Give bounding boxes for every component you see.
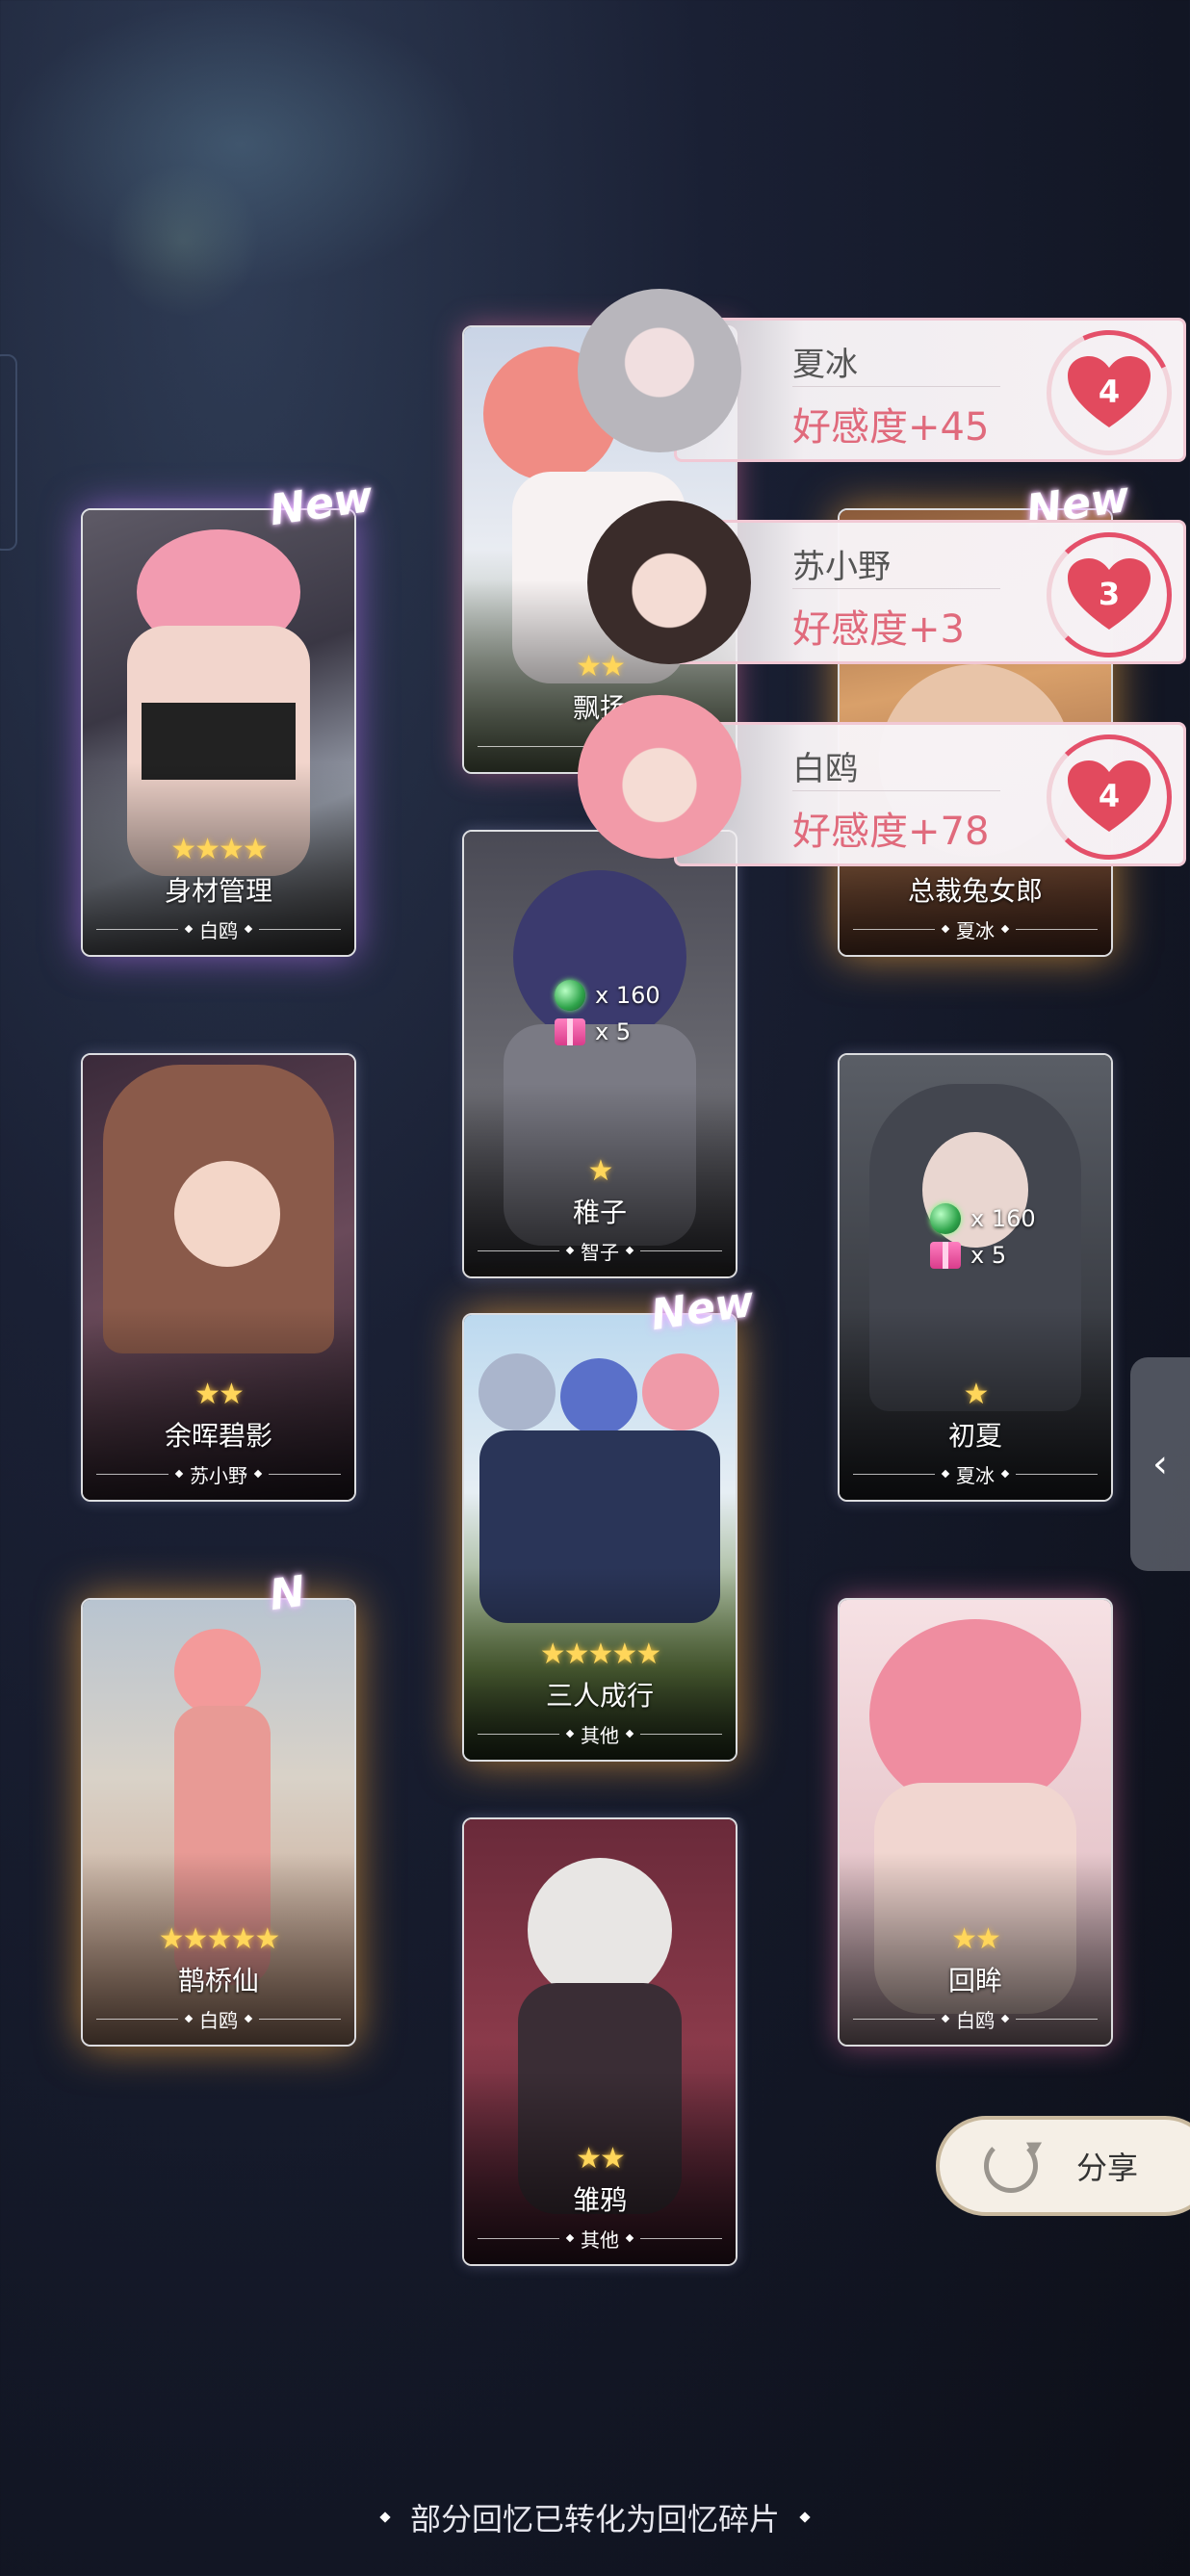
card-owner: 夏冰 — [956, 1463, 995, 1487]
affinity-level: 4 — [1098, 778, 1121, 814]
card-owner: 白鸥 — [956, 2008, 995, 2032]
memory-card-child[interactable]: ★ 稚子 智子 — [462, 830, 737, 1278]
footer-note: 部分回忆已转化为回忆碎片 — [0, 2495, 1190, 2539]
affinity-level: 4 — [1098, 374, 1121, 410]
memory-card-magpie-bridge[interactable]: ★★★★★ 鹊桥仙 白鸥 — [81, 1598, 356, 2047]
character-name: 白鸥 — [792, 750, 858, 788]
share-icon — [984, 2139, 1038, 2193]
rarity-stars: ★ — [587, 1154, 614, 1188]
portrait-xiabing — [578, 289, 741, 452]
gem-icon — [930, 1203, 961, 1234]
card-title: 雏鸦 — [572, 2184, 627, 2216]
card-owner: 夏冰 — [956, 918, 995, 942]
card-owner: 其他 — [581, 1723, 619, 1747]
character-name: 夏冰 — [792, 346, 858, 384]
new-tag: N — [266, 1566, 309, 1621]
affinity-level-ring: 4 — [1028, 312, 1190, 474]
affinity-panel-xiabing: 夏冰 好感度+45 4 — [674, 312, 1190, 474]
affinity-panel-baiou: 白鸥 好感度+78 4 — [674, 722, 1186, 866]
character-name: 苏小野 — [792, 548, 891, 586]
new-tag: New — [266, 472, 376, 536]
card-owner: 苏小野 — [190, 1463, 247, 1487]
card-owner: 智子 — [581, 1240, 619, 1264]
heart-icon: 3 — [1066, 556, 1152, 633]
rarity-stars: ★★ — [194, 1378, 245, 1411]
memory-card-three-together[interactable]: ★★★★★ 三人成行 其他 — [462, 1313, 737, 1762]
gift-count: x 5 — [970, 1242, 1007, 1269]
card-title: 总裁兔女郎 — [907, 875, 1043, 907]
rarity-stars: ★ — [963, 1378, 990, 1411]
card-title: 初夏 — [947, 1420, 1002, 1452]
gift-box-icon — [930, 1242, 961, 1269]
affinity-delta: 好感度+3 — [792, 607, 965, 652]
left-edge-tab — [0, 354, 17, 551]
memory-card-early-summer[interactable]: ★ 初夏 夏冰 — [838, 1053, 1113, 1502]
collapse-panel-button[interactable]: ‹ — [1130, 1357, 1190, 1571]
rarity-stars: ★★ — [951, 1922, 1001, 1956]
portrait-baiou — [578, 695, 741, 859]
affinity-level-ring: 3 — [1047, 532, 1172, 657]
gem-icon — [555, 980, 585, 1011]
rarity-stars: ★★★★★ — [539, 1637, 661, 1671]
memory-card-glance-back[interactable]: ★★ 回眸 白鸥 — [838, 1598, 1113, 2047]
card-title: 稚子 — [572, 1197, 627, 1228]
gift-count: x 5 — [595, 1018, 632, 1045]
card-owner: 白鸥 — [199, 2008, 238, 2032]
affinity-level: 3 — [1098, 576, 1121, 612]
affinity-delta: 好感度+45 — [792, 405, 990, 450]
share-label: 分享 — [1076, 2150, 1139, 2186]
card-title: 回眸 — [947, 1965, 1002, 1996]
footer-note-text: 部分回忆已转化为回忆碎片 — [409, 2501, 780, 2537]
portrait-suxiaoye — [587, 501, 751, 664]
heart-icon: 4 — [1066, 354, 1152, 431]
affinity-level-ring: 4 — [1047, 734, 1172, 860]
memory-card-sunset-jade[interactable]: ★★ 余晖碧影 苏小野 — [81, 1053, 356, 1502]
card-title: 身材管理 — [164, 875, 272, 907]
gift-box-icon — [555, 1018, 585, 1045]
card-owner: 其他 — [581, 2228, 619, 2252]
new-tag: New — [647, 1276, 758, 1341]
chevron-left-icon: ‹ — [1152, 1442, 1168, 1486]
reward-list: x 160 x 5 — [930, 1203, 1036, 1269]
rarity-stars: ★★ — [576, 2142, 626, 2176]
card-title: 余晖碧影 — [164, 1420, 272, 1452]
gem-count: x 160 — [595, 982, 660, 1009]
affinity-panel-suxiaoye: 苏小野 好感度+3 3 — [674, 520, 1186, 664]
memory-card-young-crow[interactable]: ★★ 雏鸦 其他 — [462, 1817, 737, 2266]
reward-list: x 160 x 5 — [555, 980, 660, 1045]
card-title: 三人成行 — [545, 1680, 654, 1712]
rarity-stars: ★★★★ — [170, 833, 269, 866]
memory-card-body-management[interactable]: ★★★★ 身材管理 白鸥 — [81, 508, 356, 957]
affinity-delta: 好感度+78 — [792, 810, 990, 854]
rarity-stars: ★★★★★ — [158, 1922, 280, 1956]
card-owner: 白鸥 — [199, 918, 238, 942]
heart-icon: 4 — [1066, 759, 1152, 836]
card-title: 鹊桥仙 — [177, 1965, 259, 1996]
gem-count: x 160 — [970, 1205, 1036, 1232]
share-button[interactable]: 分享 — [936, 2116, 1190, 2216]
